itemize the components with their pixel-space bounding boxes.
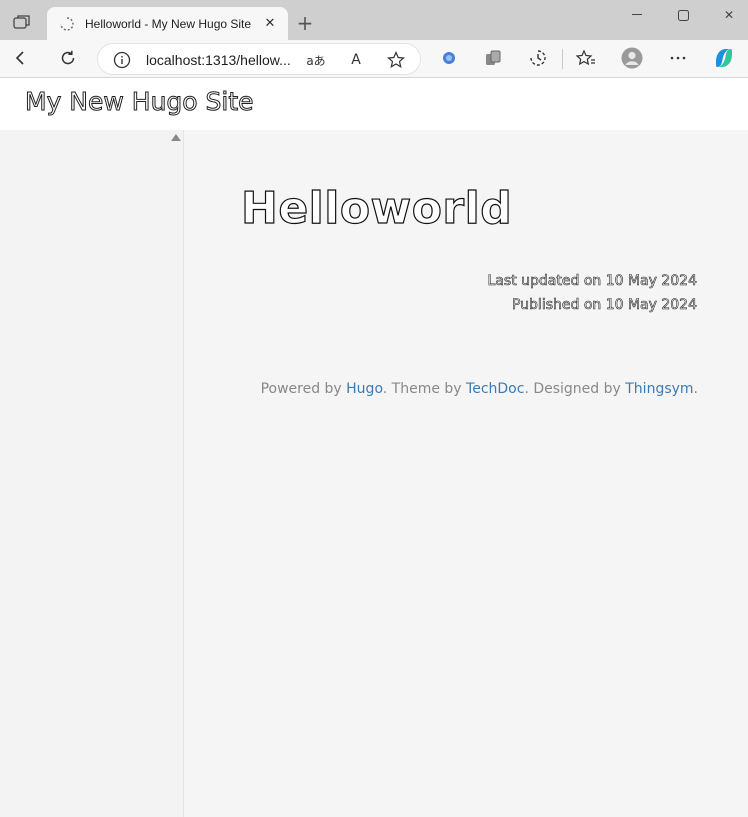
ellipsis-icon (670, 56, 686, 60)
favorite-star-icon[interactable] (385, 49, 407, 71)
sidebar-scroll-up-arrow-icon[interactable] (171, 134, 181, 141)
maximize-icon[interactable] (668, 6, 698, 24)
favorites-button[interactable] (573, 45, 599, 71)
collections-icon (486, 50, 501, 65)
profile-button[interactable] (619, 45, 645, 71)
avatar-icon (621, 47, 643, 69)
extension-button[interactable] (436, 45, 462, 71)
back-arrow-icon (15, 51, 24, 65)
close-icon[interactable]: ✕ (260, 14, 280, 34)
back-button[interactable] (8, 45, 34, 71)
sidebar (0, 130, 184, 817)
minimize-icon[interactable] (622, 6, 652, 24)
toolbar-separator (562, 49, 563, 69)
refresh-button[interactable] (55, 45, 81, 71)
last-updated-date: Last updated on 10 May 2024 (487, 273, 697, 290)
tab-title: Helloworld - My New Hugo Site (85, 16, 252, 31)
footer-theme-by-text: . Theme by (382, 381, 467, 397)
copilot-button[interactable] (711, 45, 737, 71)
techdoc-link[interactable]: TechDoc (466, 381, 524, 397)
browser-tab-bar: Helloworld - My New Hugo Site ✕ + ✕ (0, 0, 748, 40)
site-footer: Powered by Hugo. Theme by TechDoc. Desig… (261, 381, 698, 397)
site-info-icon[interactable] (112, 50, 132, 70)
performance-icon (530, 50, 546, 66)
performance-button[interactable] (525, 45, 551, 71)
hugo-link[interactable]: Hugo (346, 381, 383, 397)
footer-end-text: . (693, 381, 698, 397)
browser-tab-active[interactable]: Helloworld - My New Hugo Site ✕ (47, 7, 288, 40)
more-options-button[interactable] (665, 45, 691, 71)
close-window-icon[interactable]: ✕ (714, 6, 744, 24)
footer-powered-by-text: Powered by (260, 381, 347, 397)
refresh-icon (61, 50, 75, 65)
tab-actions-menu-button[interactable] (8, 9, 36, 35)
new-tab-button[interactable]: + (294, 11, 316, 35)
address-bar[interactable]: localhost:1313/hellow... aあ A (97, 43, 421, 75)
copilot-icon (716, 49, 732, 67)
footer-designed-by-text: . Designed by (524, 381, 626, 397)
extension-globe-icon (443, 52, 455, 64)
site-header: My New Hugo Site (0, 78, 748, 130)
favorites-icon (576, 49, 595, 66)
site-title-link[interactable]: My New Hugo Site (25, 87, 255, 117)
loading-spinner-icon (59, 16, 75, 32)
thingsym-link[interactable]: Thingsym (625, 381, 693, 397)
collections-button[interactable] (480, 45, 506, 71)
address-url[interactable]: localhost:1313/hellow... (146, 52, 291, 68)
tab-actions-icon (13, 15, 30, 29)
published-date: Published on 10 May 2024 (511, 297, 698, 314)
translate-icon[interactable]: aあ (305, 49, 327, 71)
read-aloud-icon[interactable]: A (345, 49, 367, 71)
page-title: Helloworld (240, 182, 513, 234)
